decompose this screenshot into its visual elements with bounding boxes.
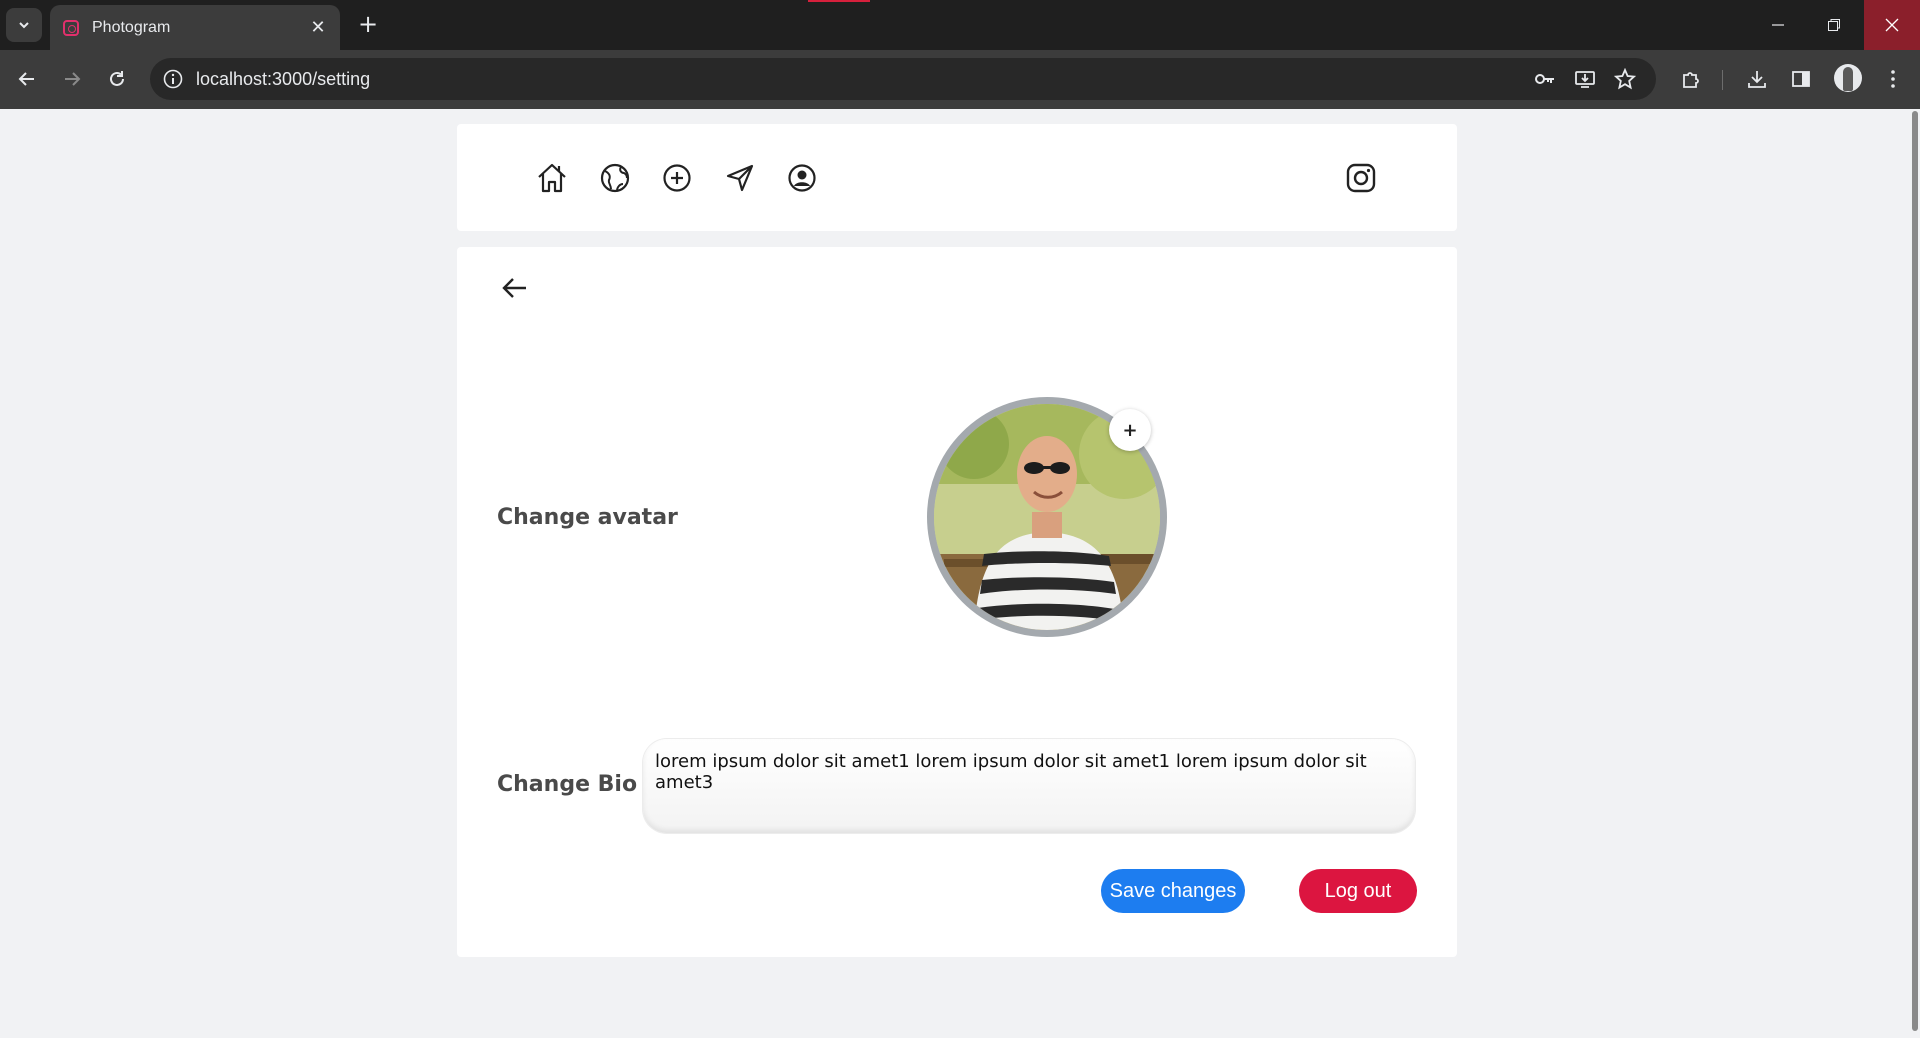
arrow-left-icon <box>18 72 34 86</box>
scrollbar-thumb[interactable] <box>1912 111 1918 1031</box>
downloads-icon[interactable] <box>1742 64 1772 94</box>
send-icon[interactable] <box>722 160 758 196</box>
settings-panel: Change avatar + Change Bio lorem ipsum d… <box>457 247 1457 957</box>
address-bar[interactable]: localhost:3000/setting <box>150 58 1656 100</box>
toolbar-divider <box>1722 70 1723 90</box>
add-avatar-button[interactable]: + <box>1109 409 1151 451</box>
page-scrollbar[interactable] <box>1910 109 1920 1038</box>
browser-toolbar: localhost:3000/setting <box>0 50 1920 109</box>
plus-circle-icon[interactable] <box>659 160 695 196</box>
browser-tab-strip: Photogram ✕ + <box>0 0 1920 50</box>
tab-search-button[interactable] <box>6 8 42 42</box>
app-top-nav <box>457 124 1457 231</box>
forward-browser-button[interactable] <box>57 64 87 94</box>
side-panel-icon[interactable] <box>1786 64 1816 94</box>
chevron-down-icon <box>19 22 29 29</box>
new-tab-button[interactable]: + <box>354 11 382 39</box>
logout-button[interactable]: Log out <box>1299 869 1417 913</box>
restore-button[interactable] <box>1806 0 1862 50</box>
install-app-icon[interactable] <box>1573 67 1597 91</box>
bio-textarea[interactable]: lorem ipsum dolor sit amet1 lorem ipsum … <box>643 739 1415 833</box>
minimize-icon <box>1772 24 1784 26</box>
change-bio-label: Change Bio <box>497 772 638 797</box>
globe-icon[interactable] <box>597 160 633 196</box>
more-menu-icon[interactable] <box>1878 64 1908 94</box>
reload-button[interactable] <box>102 64 132 94</box>
tab-close-icon[interactable]: ✕ <box>306 17 330 38</box>
site-info-icon[interactable] <box>162 68 184 94</box>
profile-avatar[interactable] <box>1834 64 1862 92</box>
tab-accent-line <box>808 0 870 2</box>
extensions-icon[interactable] <box>1676 64 1706 94</box>
back-button[interactable] <box>497 270 533 306</box>
change-avatar-label: Change avatar <box>497 505 678 530</box>
tab-title: Photogram <box>92 18 171 36</box>
close-icon <box>1885 18 1899 32</box>
arrow-right-icon <box>65 72 81 86</box>
browser-tab[interactable]: Photogram ✕ <box>50 5 340 50</box>
star-icon[interactable] <box>1613 67 1637 91</box>
restore-icon <box>1828 19 1840 31</box>
minimize-button[interactable] <box>1750 0 1806 50</box>
back-browser-button[interactable] <box>12 64 42 94</box>
instagram-icon[interactable] <box>1343 160 1379 196</box>
arrow-left-icon <box>502 278 526 298</box>
key-icon[interactable] <box>1533 67 1557 91</box>
url-text: localhost:3000/setting <box>196 69 371 89</box>
save-changes-button[interactable]: Save changes <box>1101 869 1245 913</box>
home-icon[interactable] <box>534 160 570 196</box>
user-circle-icon[interactable] <box>784 160 820 196</box>
close-window-button[interactable] <box>1864 0 1920 50</box>
instagram-favicon-icon <box>63 19 79 36</box>
reload-icon <box>110 71 124 86</box>
